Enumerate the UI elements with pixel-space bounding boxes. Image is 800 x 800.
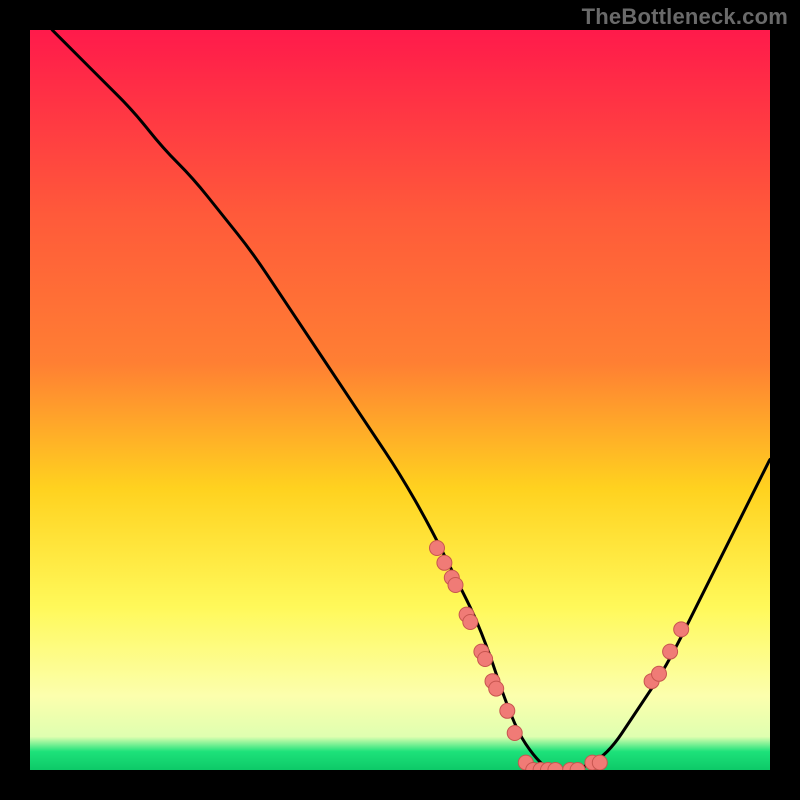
data-point xyxy=(663,644,678,659)
data-point xyxy=(592,755,607,770)
data-point xyxy=(507,726,522,741)
chart-svg xyxy=(30,30,770,770)
data-point xyxy=(674,622,689,637)
chart-background xyxy=(30,30,770,770)
data-point xyxy=(652,666,667,681)
chart-frame: TheBottleneck.com xyxy=(0,0,800,800)
plot-area xyxy=(30,30,770,770)
data-point xyxy=(500,703,515,718)
watermark-text: TheBottleneck.com xyxy=(582,4,788,30)
data-point xyxy=(489,681,504,696)
data-point xyxy=(430,541,445,556)
data-point xyxy=(463,615,478,630)
data-point xyxy=(437,555,452,570)
data-point xyxy=(448,578,463,593)
data-point xyxy=(478,652,493,667)
